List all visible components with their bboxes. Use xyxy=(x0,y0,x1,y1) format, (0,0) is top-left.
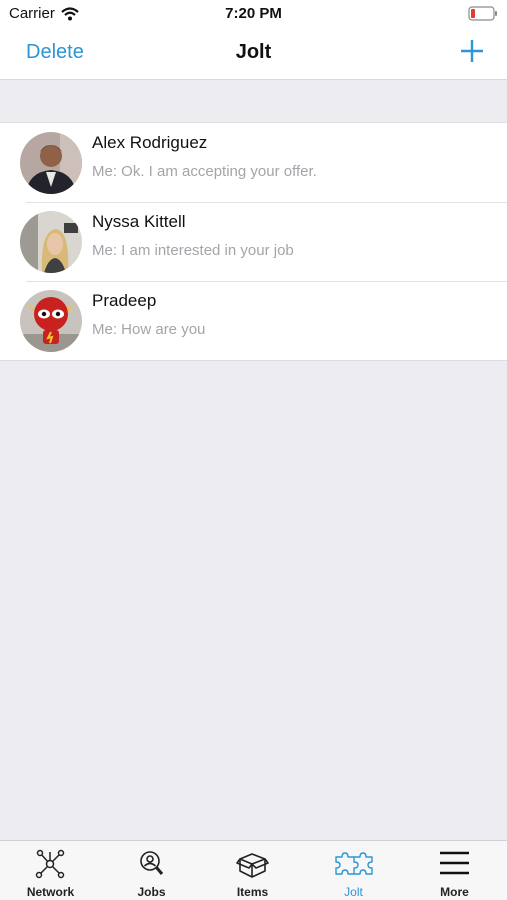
network-icon xyxy=(35,849,65,879)
status-bar: Carrier 7:20 PM xyxy=(0,0,507,30)
tab-label: Items xyxy=(236,885,269,899)
avatar xyxy=(20,211,82,273)
tab-label: More xyxy=(440,885,469,899)
tab-more[interactable]: More xyxy=(404,841,505,900)
battery-icon xyxy=(468,6,497,21)
avatar xyxy=(20,290,82,352)
tab-label: Jobs xyxy=(137,885,166,899)
contact-name: Nyssa Kittell xyxy=(92,212,186,231)
page-title: Jolt xyxy=(235,41,272,63)
message-preview: Me: I am interested in your job xyxy=(92,242,294,259)
puzzle-icon xyxy=(335,852,373,875)
conversation-row[interactable]: Alex Rodriguez Me: Ok. I am accepting yo… xyxy=(0,123,507,202)
conversation-row[interactable]: Pradeep Me: How are you xyxy=(0,281,507,360)
tab-label: Network xyxy=(26,885,75,899)
contact-name: Alex Rodriguez xyxy=(92,133,208,152)
box-icon xyxy=(236,853,269,878)
message-preview: Me: How are you xyxy=(92,321,206,338)
tab-items[interactable]: Items xyxy=(202,841,303,900)
tab-jolt[interactable]: Jolt xyxy=(303,841,404,900)
tab-network[interactable]: Network xyxy=(0,841,101,900)
menu-icon xyxy=(440,851,469,875)
avatar xyxy=(20,132,82,194)
navigation-bar: Delete Jolt xyxy=(0,30,507,80)
conversation-list: Alex Rodriguez Me: Ok. I am accepting yo… xyxy=(0,122,507,361)
tab-label: Jolt xyxy=(344,885,363,899)
jobs-search-icon xyxy=(140,851,164,875)
plus-icon[interactable] xyxy=(459,38,485,64)
message-preview: Me: Ok. I am accepting your offer. xyxy=(92,163,317,180)
contact-name: Pradeep xyxy=(92,291,157,310)
tab-jobs[interactable]: Jobs xyxy=(101,841,202,900)
conversation-row[interactable]: Nyssa Kittell Me: I am interested in you… xyxy=(0,202,507,281)
clock: 7:20 PM xyxy=(225,5,282,22)
tab-bar: Network Jobs Items Jolt More xyxy=(0,840,507,900)
